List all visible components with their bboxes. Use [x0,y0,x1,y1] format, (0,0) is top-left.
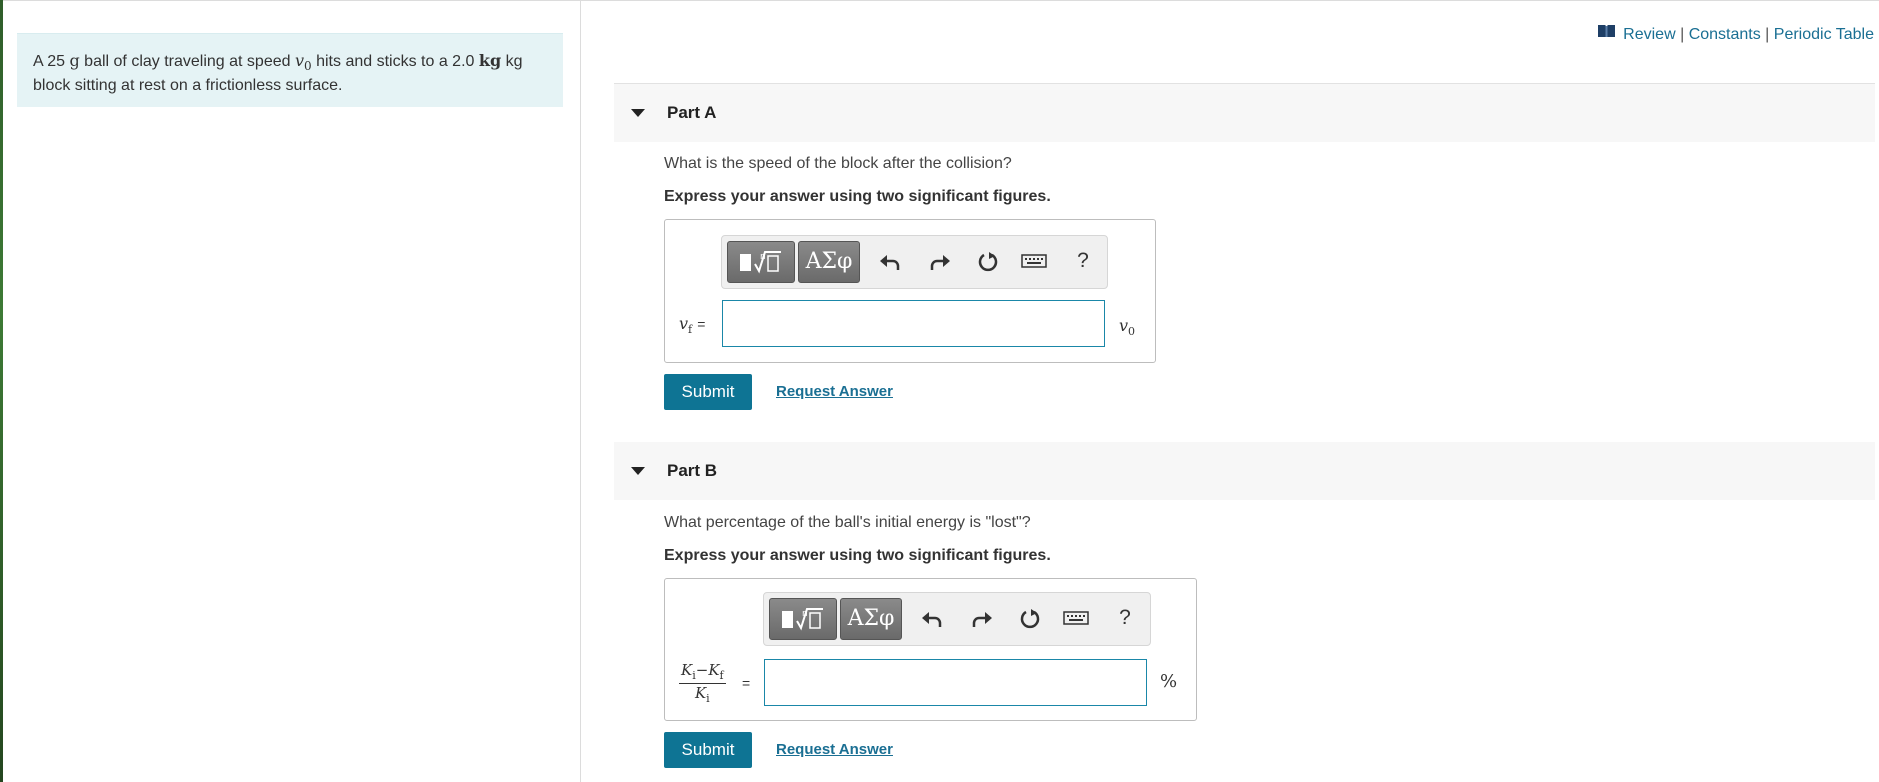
help-button[interactable]: ? [1112,605,1138,631]
part-a-question: What is the speed of the block after the… [664,155,1012,172]
periodic-table-link[interactable]: Periodic Table [1774,26,1874,43]
part-a-instruction: Express your answer using two significan… [664,188,1051,205]
left-pane [3,0,581,782]
keyboard-icon[interactable] [1061,607,1091,633]
part-a-answer-box: n ΑΣφ ? vf = v0 [664,219,1156,363]
part-a-request-answer-link[interactable]: Request Answer [776,383,893,400]
undo-icon[interactable] [877,250,903,276]
keyboard-icon[interactable] [1019,250,1049,276]
greek-symbols-button[interactable]: ΑΣφ [798,241,860,283]
svg-text:n: n [760,252,766,262]
templates-button[interactable]: n [727,241,795,283]
part-b-question: What percentage of the ball's initial en… [664,514,1031,531]
part-b-title: Part B [667,461,718,480]
svg-text:n: n [802,609,808,619]
part-b-answer-input[interactable] [764,659,1147,706]
redo-icon[interactable] [927,250,953,276]
part-b-answer-box: n ΑΣφ ? Ki−Kf Ki = % [664,578,1197,721]
reset-icon[interactable] [1017,607,1043,633]
book-icon [1598,24,1616,42]
redo-icon[interactable] [969,607,995,633]
resource-links: Review | Constants | Periodic Table [1598,24,1874,44]
part-b-header[interactable]: Part B [614,442,1875,500]
greek-symbols-button[interactable]: ΑΣφ [840,598,902,640]
part-a-unit-label: v0 [1119,316,1136,339]
part-a-variable-label: vf = [679,314,706,337]
templates-button[interactable]: n [769,598,837,640]
collapse-triangle-icon[interactable] [631,109,645,117]
part-a-answer-input[interactable] [722,300,1105,347]
constants-link[interactable]: Constants [1689,26,1761,43]
part-b-request-answer-link[interactable]: Request Answer [776,741,893,758]
part-b-equals: = [742,675,751,691]
part-b-unit-label: % [1160,671,1178,692]
part-a-title: Part A [667,103,717,122]
problem-statement: A 25 g ball of clay traveling at speed v… [17,33,563,107]
reset-icon[interactable] [975,250,1001,276]
part-a-submit-button[interactable]: Submit [664,374,752,410]
part-b-math-toolbar: n ΑΣφ ? [763,592,1151,646]
part-b-instruction: Express your answer using two significan… [664,547,1051,564]
review-link[interactable]: Review [1623,26,1675,43]
undo-icon[interactable] [919,607,945,633]
collapse-triangle-icon[interactable] [631,467,645,475]
part-b-submit-button[interactable]: Submit [664,732,752,768]
part-a-math-toolbar: n ΑΣφ ? [721,235,1108,289]
part-a-header[interactable]: Part A [614,84,1875,142]
help-button[interactable]: ? [1070,248,1096,274]
part-b-fraction-label: Ki−Kf Ki [679,661,726,705]
